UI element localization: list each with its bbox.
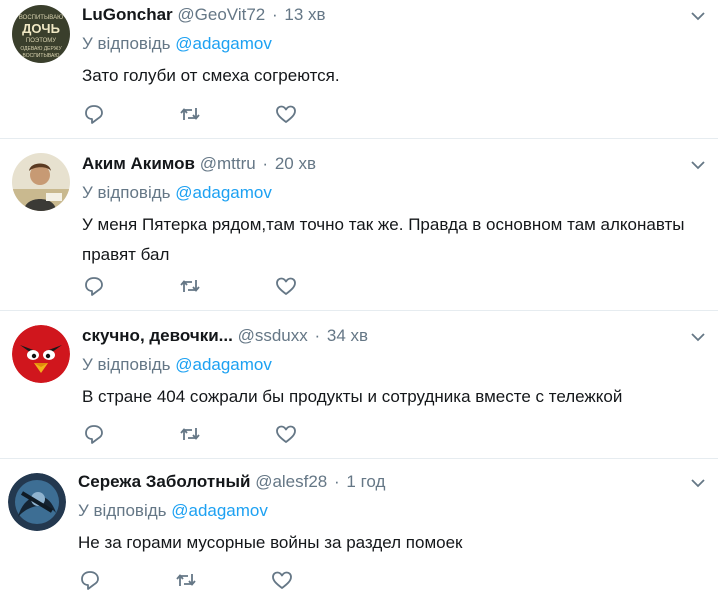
tweet-text: Зато голуби от смеха согреются.: [82, 66, 340, 85]
tweet[interactable]: Сережа Заболотный @alesf28 · 1 год У від…: [0, 459, 718, 600]
tweet-body: Сережа Заболотный @alesf28 · 1 год У від…: [78, 471, 706, 558]
like-icon[interactable]: [274, 102, 298, 126]
chevron-down-icon[interactable]: [690, 8, 706, 24]
like-icon[interactable]: [270, 568, 294, 592]
timestamp[interactable]: 13 хв: [284, 5, 325, 24]
tweet-text: У меня Пятерка рядом,там точно так же. П…: [82, 215, 685, 264]
mention-link[interactable]: @adagamov: [175, 355, 272, 374]
author-name[interactable]: LuGonchar: [82, 5, 173, 24]
author-handle[interactable]: @ssduxx: [238, 326, 308, 345]
avatar[interactable]: [8, 473, 66, 531]
like-icon[interactable]: [274, 422, 298, 446]
svg-text:ОДЕВАЮ ДЕРЖУ: ОДЕВАЮ ДЕРЖУ: [20, 46, 62, 52]
reply-icon[interactable]: [78, 568, 102, 592]
svg-text:ВОСПИТЫВАЮ: ВОСПИТЫВАЮ: [23, 53, 60, 59]
tweet-body: Аким Акимов @mttru · 20 хв У відповідь @…: [82, 153, 706, 270]
tweet[interactable]: скучно, девочки... @ssduxx · 34 хв У від…: [0, 311, 718, 459]
tweet-text: Не за горами мусорные войны за раздел по…: [78, 533, 463, 552]
tweet-header: Аким Акимов @mttru · 20 хв: [82, 153, 706, 175]
tweet-body: скучно, девочки... @ssduxx · 34 хв У від…: [82, 325, 706, 412]
reply-icon[interactable]: [82, 274, 106, 298]
reply-icon[interactable]: [82, 102, 106, 126]
chevron-down-icon[interactable]: [690, 329, 706, 345]
reply-prefix: У відповідь: [82, 355, 171, 374]
svg-text:ПОЭТОМУ: ПОЭТОМУ: [26, 38, 56, 44]
retweet-icon[interactable]: [174, 568, 198, 592]
svg-text:ДОЧЬ: ДОЧЬ: [22, 21, 60, 36]
tweet-header: LuGonchar @GeoVit72 · 13 хв: [82, 4, 706, 26]
timestamp[interactable]: 20 хв: [275, 154, 316, 173]
tweet-header: Сережа Заболотный @alesf28 · 1 год: [78, 471, 706, 493]
like-icon[interactable]: [274, 274, 298, 298]
separator-dot: ·: [334, 472, 340, 491]
reply-prefix: У відповідь: [78, 501, 167, 520]
reply-context: У відповідь @adagamov: [82, 33, 706, 55]
mention-link[interactable]: @adagamov: [175, 34, 272, 53]
retweet-icon[interactable]: [178, 102, 202, 126]
chevron-down-icon[interactable]: [690, 475, 706, 491]
reply-context: У відповідь @adagamov: [78, 500, 706, 522]
chevron-down-icon[interactable]: [690, 157, 706, 173]
avatar[interactable]: [12, 153, 70, 211]
author-handle[interactable]: @mttru: [200, 154, 256, 173]
avatar[interactable]: ВОСПИТЫВАЮ ДОЧЬ ПОЭТОМУ ОДЕВАЮ ДЕРЖУ ВОС…: [12, 5, 70, 63]
author-name[interactable]: Сережа Заболотный: [78, 472, 250, 491]
reply-prefix: У відповідь: [82, 183, 171, 202]
timestamp[interactable]: 1 год: [346, 472, 385, 491]
mention-link[interactable]: @adagamov: [171, 501, 268, 520]
reply-context: У відповідь @adagamov: [82, 354, 706, 376]
replies-feed: ВОСПИТЫВАЮ ДОЧЬ ПОЭТОМУ ОДЕВАЮ ДЕРЖУ ВОС…: [0, 0, 718, 600]
reply-context: У відповідь @adagamov: [82, 182, 706, 204]
author-name[interactable]: Аким Акимов: [82, 154, 195, 173]
author-handle[interactable]: @GeoVit72: [177, 5, 265, 24]
separator-dot: ·: [271, 5, 278, 24]
timestamp[interactable]: 34 хв: [327, 326, 368, 345]
tweet[interactable]: ВОСПИТЫВАЮ ДОЧЬ ПОЭТОМУ ОДЕВАЮ ДЕРЖУ ВОС…: [0, 0, 718, 139]
retweet-icon[interactable]: [178, 274, 202, 298]
tweet[interactable]: Аким Акимов @mttru · 20 хв У відповідь @…: [0, 139, 718, 311]
author-handle[interactable]: @alesf28: [255, 472, 327, 491]
separator-dot: ·: [262, 154, 269, 173]
tweet-header: скучно, девочки... @ssduxx · 34 хв: [82, 325, 706, 347]
reply-prefix: У відповідь: [82, 34, 171, 53]
separator-dot: ·: [314, 326, 321, 345]
tweet-body: LuGonchar @GeoVit72 · 13 хв У відповідь …: [82, 4, 706, 91]
mention-link[interactable]: @adagamov: [175, 183, 272, 202]
tweet-text: В стране 404 сожрали бы продукты и сотру…: [82, 387, 623, 406]
retweet-icon[interactable]: [178, 422, 202, 446]
author-name[interactable]: скучно, девочки...: [82, 326, 233, 345]
reply-icon[interactable]: [82, 422, 106, 446]
avatar[interactable]: [12, 325, 70, 383]
